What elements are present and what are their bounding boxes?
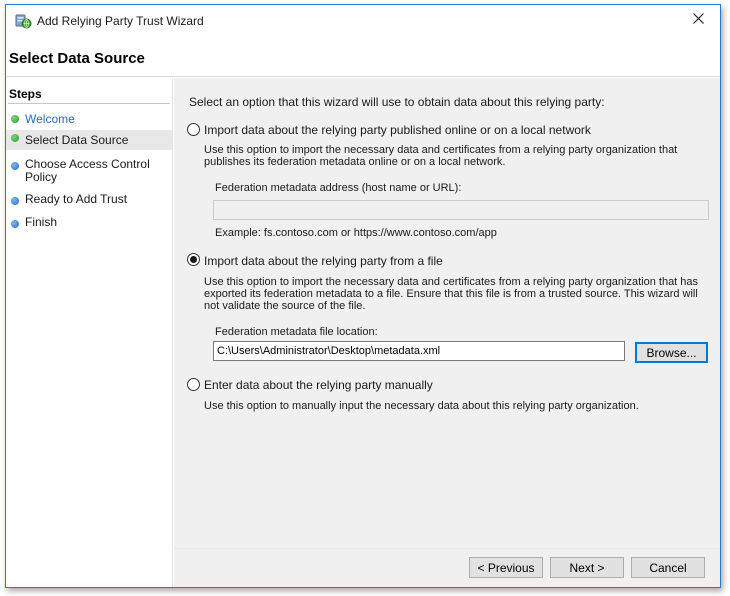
radio-import-online[interactable] bbox=[187, 123, 200, 136]
sidebar-item-label: Ready to Add Trust bbox=[25, 192, 128, 206]
step-pending-icon bbox=[11, 162, 19, 170]
sidebar-item-label: Choose Access Control Policy bbox=[25, 157, 150, 184]
option-description-import-online: Use this option to import the necessary … bbox=[204, 144, 678, 168]
browse-button[interactable]: Browse... bbox=[635, 342, 708, 363]
sidebar-item-label: Welcome bbox=[25, 112, 75, 126]
metadata-file-label: Federation metadata file location: bbox=[215, 326, 378, 338]
sidebar-item-choose-access-control-policy: Choose Access Control Policy bbox=[6, 158, 172, 188]
option-label-import-file[interactable]: Import data about the relying party from… bbox=[204, 254, 443, 268]
steps-sidebar: Steps Welcome Select Data Source Choose … bbox=[6, 78, 173, 587]
previous-button[interactable]: < Previous bbox=[469, 557, 543, 578]
window-title: Add Relying Party Trust Wizard bbox=[37, 14, 204, 28]
close-icon bbox=[692, 13, 704, 27]
wizard-window: Add Relying Party Trust Wizard Select Da… bbox=[5, 4, 721, 588]
option-label-enter-manually[interactable]: Enter data about the relying party manua… bbox=[204, 378, 433, 392]
next-button[interactable]: Next > bbox=[550, 557, 624, 578]
sidebar-item-label: Select Data Source bbox=[25, 133, 129, 147]
metadata-address-label: Federation metadata address (host name o… bbox=[215, 182, 462, 194]
option-label-import-online[interactable]: Import data about the relying party publ… bbox=[204, 123, 591, 137]
metadata-file-input[interactable] bbox=[213, 341, 625, 361]
wizard-header: Select Data Source bbox=[6, 37, 720, 77]
metadata-address-input[interactable] bbox=[213, 200, 709, 220]
wizard-content: Select an option that this wizard will u… bbox=[174, 78, 720, 548]
close-button[interactable] bbox=[676, 5, 720, 35]
server-trust-icon bbox=[14, 12, 32, 30]
sidebar-item-select-data-source[interactable]: Select Data Source bbox=[6, 130, 172, 150]
title-bar[interactable]: Add Relying Party Trust Wizard bbox=[6, 5, 720, 37]
radio-enter-manually[interactable] bbox=[187, 378, 200, 391]
step-pending-icon bbox=[11, 220, 19, 228]
option-description-import-file: Use this option to import the necessary … bbox=[204, 276, 699, 312]
wizard-footer: < Previous Next > Cancel bbox=[174, 548, 720, 587]
sidebar-item-label: Finish bbox=[25, 215, 58, 229]
sidebar-item-welcome[interactable]: Welcome bbox=[6, 111, 172, 129]
intro-text: Select an option that this wizard will u… bbox=[189, 95, 605, 109]
steps-divider bbox=[8, 103, 170, 104]
sidebar-item-ready-to-add-trust: Ready to Add Trust bbox=[6, 193, 172, 209]
radio-import-file[interactable] bbox=[187, 253, 200, 266]
sidebar-item-finish: Finish bbox=[6, 216, 172, 232]
metadata-address-example: Example: fs.contoso.com or https://www.c… bbox=[215, 227, 497, 239]
steps-heading: Steps bbox=[9, 87, 42, 101]
page-title: Select Data Source bbox=[9, 50, 145, 67]
cancel-button[interactable]: Cancel bbox=[631, 557, 705, 578]
option-description-enter-manually: Use this option to manually input the ne… bbox=[204, 400, 639, 412]
step-complete-icon bbox=[11, 134, 19, 142]
step-complete-icon bbox=[11, 115, 19, 123]
step-pending-icon bbox=[11, 197, 19, 205]
